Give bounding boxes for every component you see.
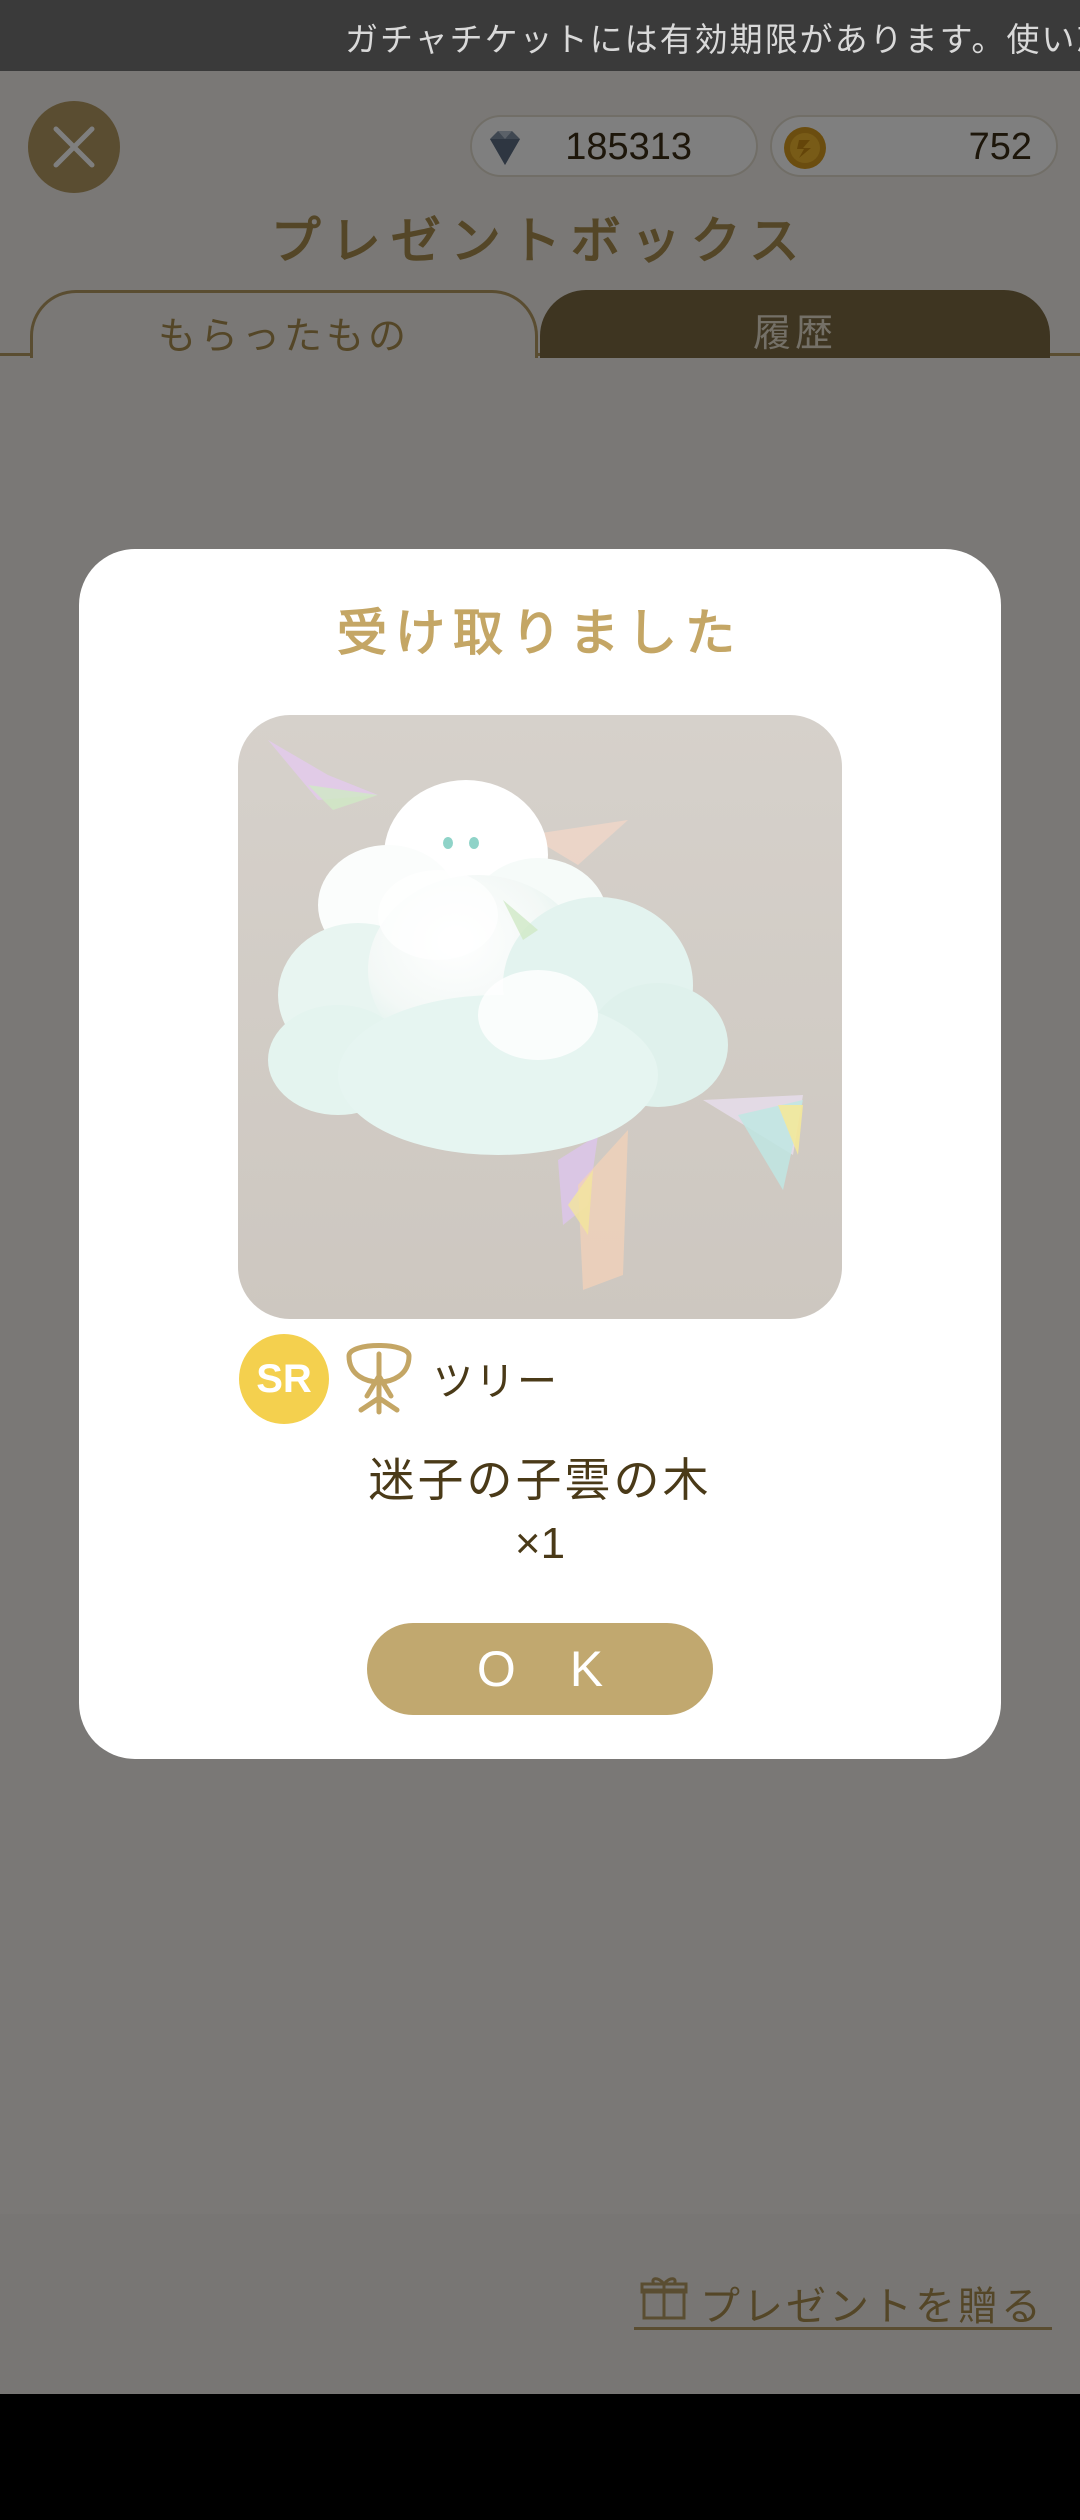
tree-icon bbox=[346, 1343, 412, 1415]
rarity-badge: SR bbox=[239, 1334, 329, 1424]
item-quantity: ×1 bbox=[514, 1519, 566, 1568]
ticker-text: ガチャチケットには有効期限があります。使い忘 bbox=[345, 20, 1080, 59]
category-label: ツリー bbox=[433, 1359, 559, 1405]
item-name: 迷子の子雲の木 bbox=[368, 1453, 712, 1507]
received-dialog: 受け取りました SR ツリー 迷子の子雲の木 ×1 O K bbox=[79, 549, 1001, 1759]
dialog-title: 受け取りました bbox=[337, 604, 743, 662]
system-nav-area bbox=[0, 2394, 1080, 2520]
news-ticker: ガチャチケットには有効期限があります。使い忘 bbox=[0, 0, 1080, 71]
ok-button[interactable]: O K bbox=[367, 1623, 713, 1715]
item-image bbox=[238, 715, 842, 1319]
